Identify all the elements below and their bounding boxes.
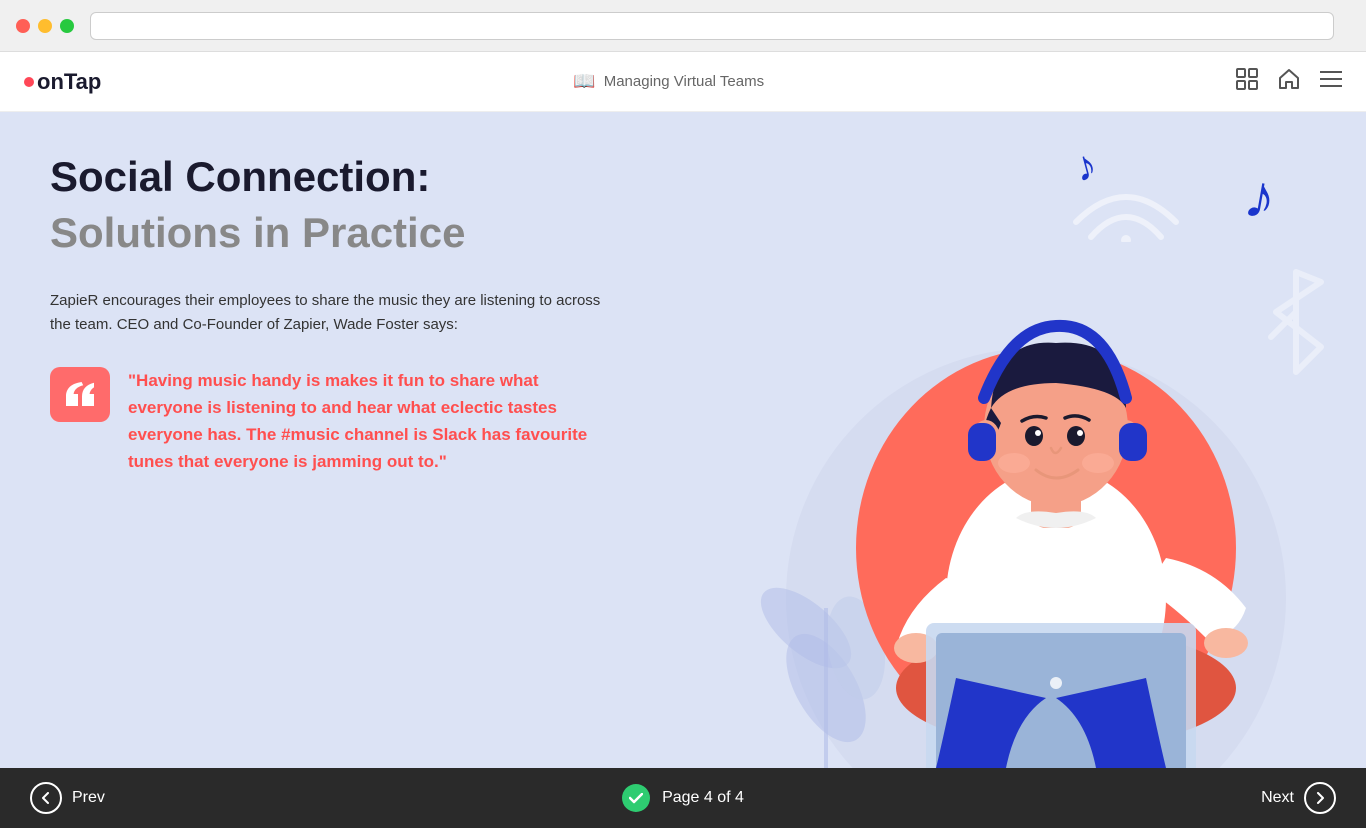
prev-label: Prev xyxy=(72,789,105,807)
title-bar xyxy=(0,0,1366,52)
quote-icon xyxy=(50,367,110,422)
book-icon: 📖 xyxy=(573,71,595,92)
main-title: Social Connection: xyxy=(50,152,610,202)
left-content: Social Connection: Solutions in Practice… xyxy=(0,112,660,768)
page-indicator: Page 4 of 4 xyxy=(622,784,744,812)
next-arrow-icon xyxy=(1304,782,1336,814)
menu-icon[interactable] xyxy=(1320,70,1342,93)
prev-button[interactable]: Prev xyxy=(30,782,105,814)
traffic-lights xyxy=(16,19,74,33)
main-content: Social Connection: Solutions in Practice… xyxy=(0,112,1366,768)
close-button[interactable] xyxy=(16,19,30,33)
quote-block: "Having music handy is makes it fun to s… xyxy=(50,367,610,476)
url-bar[interactable] xyxy=(90,12,1334,40)
logo-text: onTap xyxy=(37,69,101,95)
course-title: Managing Virtual Teams xyxy=(604,73,764,90)
check-icon xyxy=(622,784,650,812)
next-button[interactable]: Next xyxy=(1261,782,1336,814)
main-subtitle: Solutions in Practice xyxy=(50,208,610,258)
app-header: onTap 📖 Managing Virtual Teams xyxy=(0,52,1366,112)
logo: onTap xyxy=(24,69,101,95)
maximize-button[interactable] xyxy=(60,19,74,33)
page-indicator-text: Page 4 of 4 xyxy=(662,789,744,807)
home-icon[interactable] xyxy=(1278,68,1300,96)
quote-text: "Having music handy is makes it fun to s… xyxy=(128,367,610,476)
bottom-bar: Prev Page 4 of 4 Next xyxy=(0,768,1366,828)
prev-arrow-icon xyxy=(30,782,62,814)
logo-dot xyxy=(24,77,34,87)
description: ZapieR encourages their employees to sha… xyxy=(50,289,610,337)
grid-icon[interactable] xyxy=(1236,68,1258,96)
illustration-area: ♪ ♪ xyxy=(646,112,1366,768)
header-right xyxy=(1236,68,1342,96)
minimize-button[interactable] xyxy=(38,19,52,33)
header-center: 📖 Managing Virtual Teams xyxy=(573,71,764,92)
person-illustration xyxy=(726,188,1346,768)
next-label: Next xyxy=(1261,789,1294,807)
